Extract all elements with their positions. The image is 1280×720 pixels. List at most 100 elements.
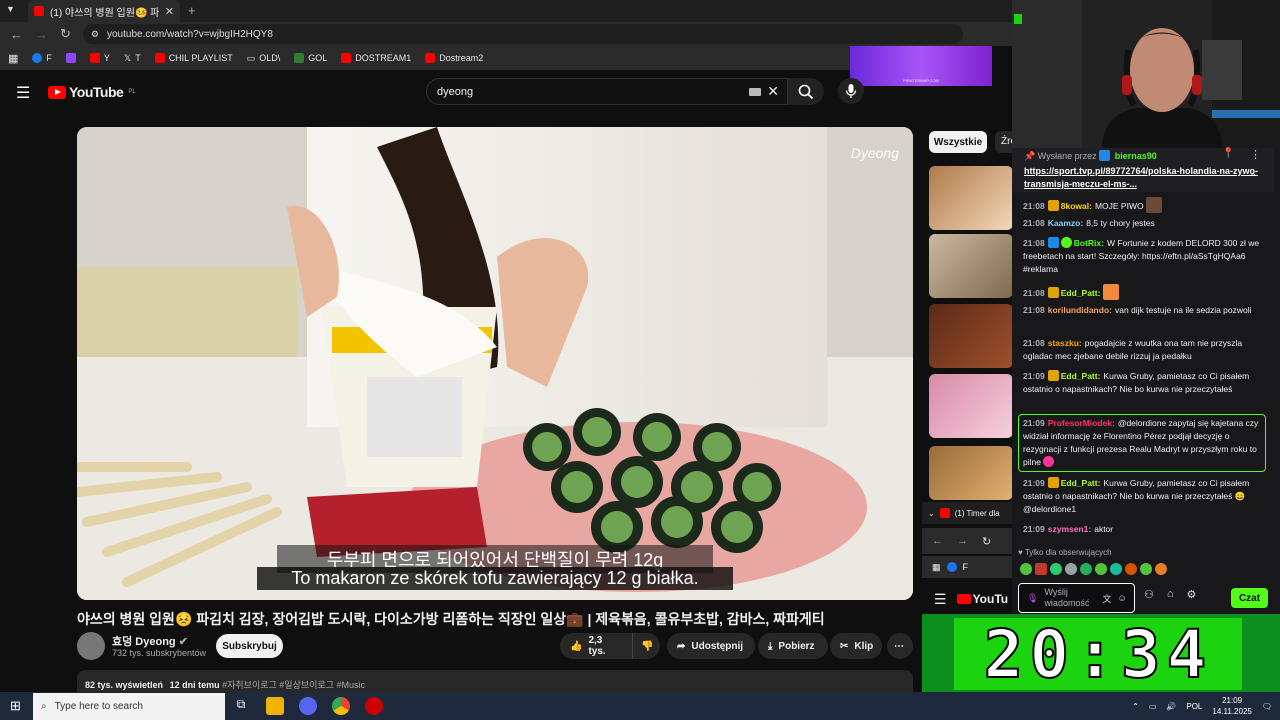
chat-message[interactable]: 21:08 BotRix: W Fortunie z kodem DELORD 30…: [1023, 237, 1261, 276]
youtube-logo[interactable]: YouTu: [956, 592, 1008, 606]
more-vertical-icon[interactable]: ⋮: [1250, 148, 1261, 161]
bookmark-folder[interactable]: ▭ OLD\: [247, 53, 281, 64]
clip-button[interactable]: ✂ Klip: [830, 633, 882, 659]
recommended-video-thumbnail[interactable]: [929, 304, 1013, 368]
users-icon[interactable]: ⚇: [1144, 588, 1154, 601]
emote-icon[interactable]: [1095, 563, 1107, 575]
badge-icon: [1047, 370, 1059, 381]
url-field[interactable]: ⚙ youtube.com/watch?v=wjbgIH2HQY8: [82, 24, 963, 44]
menu-icon[interactable]: ☰: [16, 83, 30, 103]
pinned-message[interactable]: 📌 Wysłane przez biernas90 https://sport.…: [1012, 148, 1274, 192]
recommended-video-thumbnail[interactable]: [929, 446, 1013, 500]
voice-search-button[interactable]: [838, 78, 864, 104]
settings-icon[interactable]: ⚙: [1187, 588, 1197, 601]
translate-icon[interactable]: 文: [1102, 592, 1111, 605]
bookmark-item[interactable]: CHIL PLAYLIST: [154, 53, 233, 63]
mini-browser-tab[interactable]: ⌄ (1) Timer dla: [922, 502, 1014, 524]
description-box[interactable]: 82 tys. wyświetleń 12 dni temu #자취브이로그 #…: [77, 670, 913, 692]
reload-icon[interactable]: ↻: [60, 26, 71, 42]
emote-icon[interactable]: [1080, 563, 1092, 575]
more-actions-button[interactable]: ⋯: [887, 633, 913, 659]
chat-message[interactable]: 21:08 korilundidando: van dijk testuje na …: [1023, 304, 1261, 317]
forward-icon[interactable]: →: [35, 27, 48, 42]
facebook-icon[interactable]: [946, 562, 957, 572]
chrome-icon[interactable]: [332, 697, 350, 715]
close-tab-icon[interactable]: ✕: [165, 5, 174, 18]
taskbar-search[interactable]: ⌕ Type here to search: [33, 693, 225, 720]
apps-grid-icon[interactable]: ▦: [8, 52, 18, 65]
language-indicator[interactable]: POL: [1186, 702, 1202, 711]
chat-message[interactable]: 21:09 szymsen1: aktor: [1023, 523, 1261, 536]
keyboard-icon[interactable]: [749, 88, 761, 96]
reload-icon[interactable]: ↻: [982, 535, 991, 548]
chat-message[interactable]: 21:09 Edd_Patt: Kurwa Gruby, pamietasz co …: [1023, 370, 1261, 396]
download-button[interactable]: ⤓ Pobierz: [758, 633, 828, 659]
share-button[interactable]: ➦ Udostępnij: [667, 633, 755, 659]
chat-message[interactable]: 21:08 staszku: pogadajcie z wuutka ona tam…: [1023, 337, 1261, 363]
chip-all[interactable]: Wszystkie: [929, 131, 987, 153]
apps-grid-icon[interactable]: ▦: [932, 562, 941, 573]
volume-icon[interactable]: 🔊: [1166, 702, 1176, 711]
bookmark-item[interactable]: GOL: [294, 53, 327, 63]
channel-avatar[interactable]: [77, 632, 105, 660]
chat-message[interactable]: 21:08 8kowal: MOJE PIWO: [1023, 197, 1261, 213]
emote-icon[interactable]: [1110, 563, 1122, 575]
dislike-button[interactable]: 👎: [632, 633, 660, 659]
back-icon[interactable]: ←: [10, 27, 23, 42]
subscribe-button[interactable]: Subskrybuj: [216, 634, 283, 658]
recommended-video-thumbnail[interactable]: [929, 166, 1013, 230]
back-icon[interactable]: ←: [932, 535, 943, 547]
tab-search-icon[interactable]: ▼: [6, 4, 15, 14]
obs-icon[interactable]: [365, 697, 383, 715]
browser-tab[interactable]: (1) 야쓰의 병원 입원🤒 파김치 ✕: [28, 0, 180, 22]
task-view-icon[interactable]: ⧉: [232, 697, 250, 715]
chat-message[interactable]: 21:09 Edd_Patt: Kurwa Gruby, pamietasz co …: [1023, 477, 1261, 516]
search-input[interactable]: dyeong ✕: [426, 78, 788, 105]
forward-icon[interactable]: →: [957, 535, 968, 547]
youtube-icon: [939, 508, 950, 518]
bookmark-item[interactable]: Dostream2: [425, 53, 483, 63]
store-icon[interactable]: ⌂: [1167, 588, 1174, 601]
channel-name[interactable]: 효덩 Dyeong ✔: [112, 633, 188, 649]
emote-icon[interactable]: [1140, 563, 1152, 575]
pinned-link[interactable]: https://sport.tvp.pl/89772764/polska-hol…: [1024, 165, 1262, 191]
tray-chevron-icon[interactable]: ⌃: [1132, 702, 1139, 711]
hashtags[interactable]: #자취브이로그 #일상브이로그 #Music: [222, 680, 365, 690]
site-info-icon[interactable]: ⚙: [91, 29, 99, 40]
bookmark-item[interactable]: [65, 53, 76, 63]
emote-icon[interactable]: [1065, 563, 1077, 575]
new-tab-icon[interactable]: +: [188, 3, 196, 18]
emote-icon[interactable]: [1050, 563, 1062, 575]
bookmark-item[interactable]: Y: [89, 53, 110, 63]
bookmark-item[interactable]: DOSTREAM1: [341, 53, 411, 63]
chat-message[interactable]: 21:08 Kaamzo: 8,5 ty chory jestes: [1023, 217, 1261, 230]
microphone-icon[interactable]: 🎙: [1027, 593, 1038, 604]
menu-icon[interactable]: ☰: [934, 591, 947, 608]
bookmark-item[interactable]: F: [32, 53, 52, 63]
clear-search-icon[interactable]: ✕: [767, 83, 779, 100]
search-button[interactable]: [788, 78, 824, 105]
windows-start-icon[interactable]: ⊞: [10, 698, 21, 714]
recommended-video-thumbnail[interactable]: [929, 374, 1013, 438]
expand-chevron-icon[interactable]: ⌄: [1249, 168, 1257, 179]
bookmark-item[interactable]: 𝕏T: [124, 53, 141, 64]
emote-icon[interactable]: [1035, 563, 1047, 575]
emote-icon[interactable]: [1155, 563, 1167, 575]
file-explorer-icon[interactable]: [266, 697, 284, 715]
video-player[interactable]: Dyeong 두부피 면으로 되어있어서 단백질이 무려 12g To maka…: [77, 127, 913, 600]
discord-icon[interactable]: [299, 697, 317, 715]
like-button[interactable]: 👍 2,3 tys.: [560, 633, 632, 659]
youtube-logo[interactable]: YouTube PL: [48, 84, 136, 100]
unpin-icon[interactable]: 📍: [1222, 148, 1234, 159]
emote-icon[interactable]: [1125, 563, 1137, 575]
clock[interactable]: 21:09 14.11.2025: [1212, 695, 1251, 717]
recommended-video-thumbnail[interactable]: [929, 234, 1013, 298]
chat-message-highlighted[interactable]: 21:09 ProfesorMiodek: @delordione zapytaj …: [1023, 417, 1263, 469]
emote-icon[interactable]: [1020, 563, 1032, 575]
chat-message[interactable]: 21:08 Edd_Patt:: [1023, 284, 1261, 300]
send-chat-button[interactable]: Czat: [1231, 588, 1268, 608]
emoji-icon[interactable]: ☺: [1117, 593, 1126, 603]
chat-input[interactable]: 🎙 Wyślij wiadomość 文 ☺: [1018, 583, 1135, 613]
notifications-icon[interactable]: 🗨: [1262, 702, 1272, 711]
network-icon[interactable]: ▭: [1149, 702, 1157, 711]
